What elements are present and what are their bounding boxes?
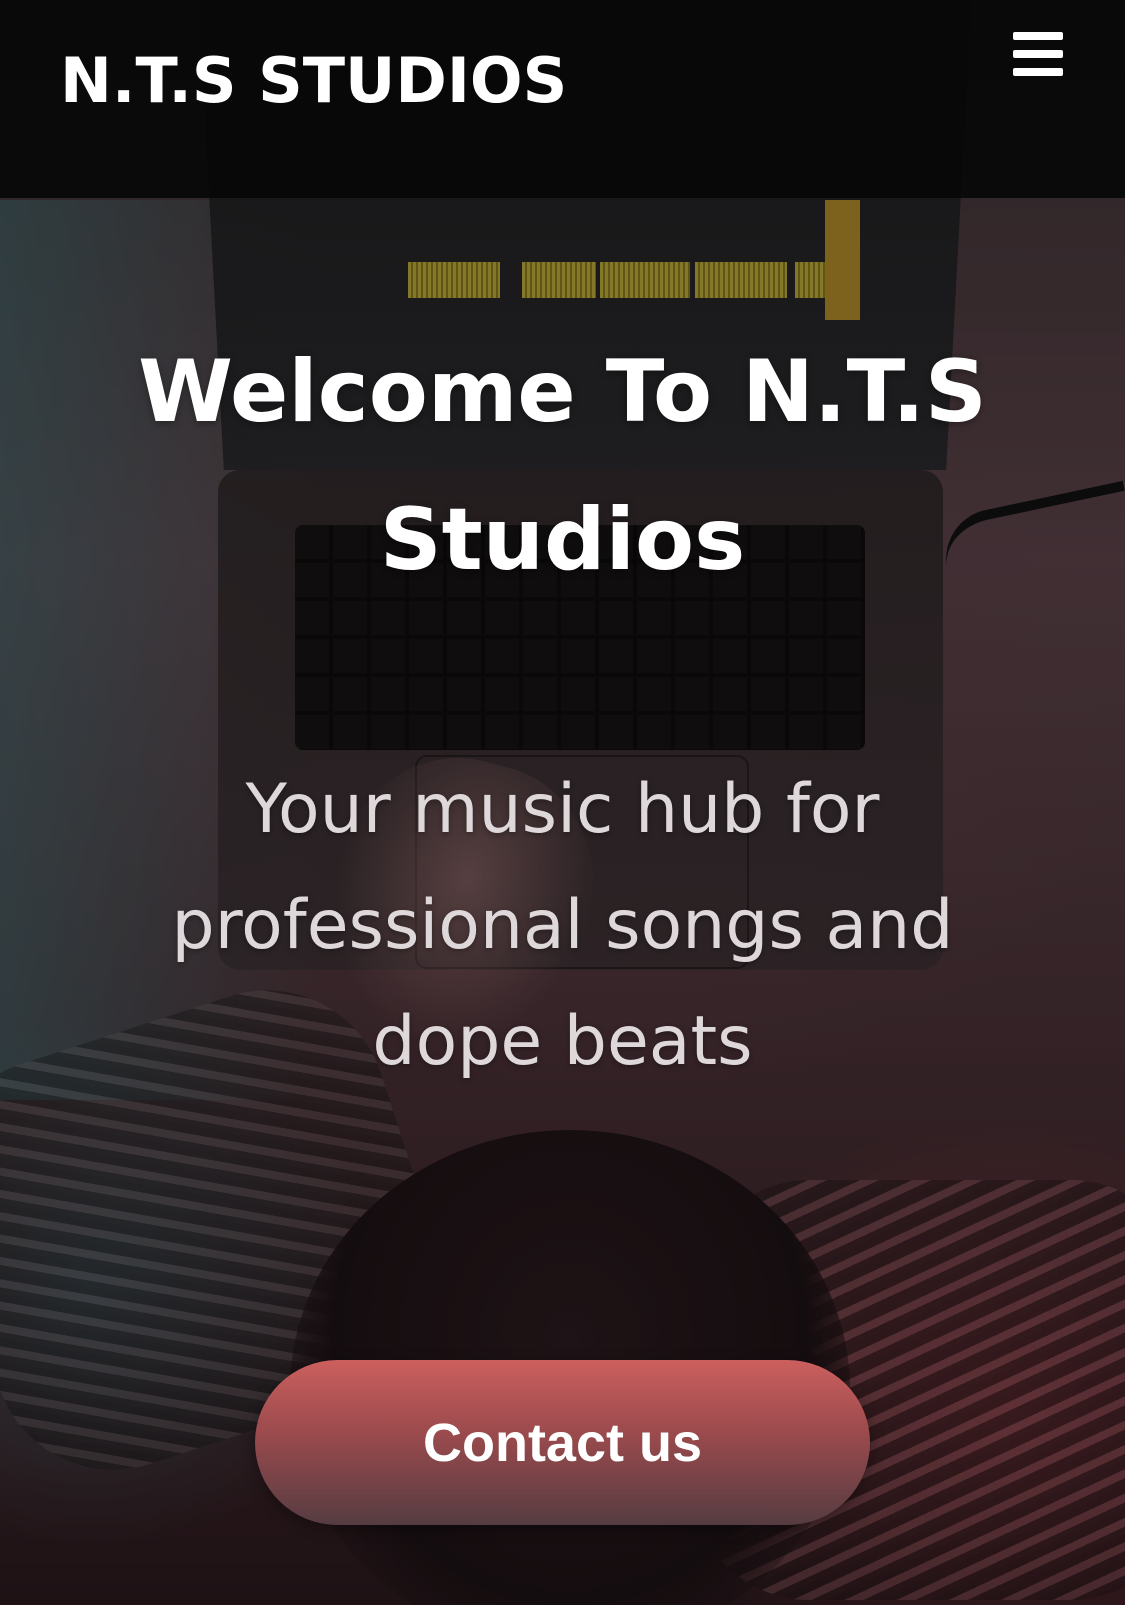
hamburger-menu-icon[interactable] xyxy=(1010,30,1066,82)
contact-us-button[interactable]: Contact us xyxy=(255,1360,870,1525)
brand-logo-text[interactable]: N.T.S STUDIOS xyxy=(60,42,567,120)
top-navbar: N.T.S STUDIOS xyxy=(0,0,1125,198)
hero-subtitle: Your music hub for professional songs an… xyxy=(171,770,954,1081)
hero-title: Welcome To N.T.S Studios xyxy=(138,342,987,590)
page: N.T.S STUDIOS Welcome To N.T.S Studios Y… xyxy=(0,0,1125,1605)
